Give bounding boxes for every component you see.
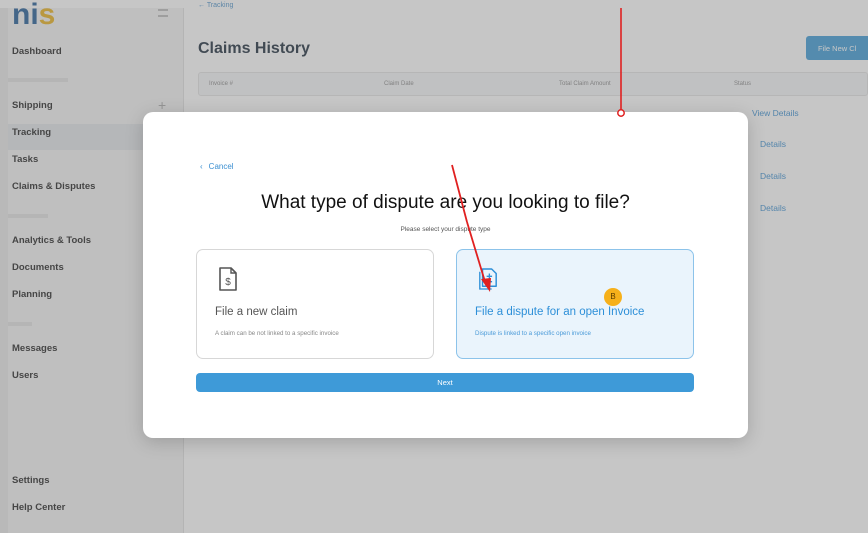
modal-subtitle: Please select your dispute type xyxy=(400,226,491,233)
modal-title: What type of dispute are you looking to … xyxy=(261,192,630,213)
svg-text:$: $ xyxy=(225,277,231,288)
next-button[interactable]: Next xyxy=(196,373,694,392)
document-dollar-icon: $ xyxy=(219,267,237,291)
option-description: Dispute is linked to a specific open inv… xyxy=(475,330,591,337)
step-marker-badge: B xyxy=(604,288,622,306)
option-new-claim[interactable]: $ File a new claim A claim can be not li… xyxy=(196,249,434,359)
cancel-link[interactable]: ‹ Cancel xyxy=(200,162,234,171)
chevron-left-icon: ‹ xyxy=(200,162,203,171)
dispute-type-modal: ‹ Cancel What type of dispute are you loo… xyxy=(143,112,748,438)
option-dispute-open-invoice[interactable]: File a dispute for an open Invoice Dispu… xyxy=(456,249,694,359)
option-description: A claim can be not linked to a specific … xyxy=(215,330,339,337)
option-title: File a new claim xyxy=(215,306,298,318)
document-plus-icon xyxy=(479,268,497,290)
option-title: File a dispute for an open Invoice xyxy=(475,306,645,318)
